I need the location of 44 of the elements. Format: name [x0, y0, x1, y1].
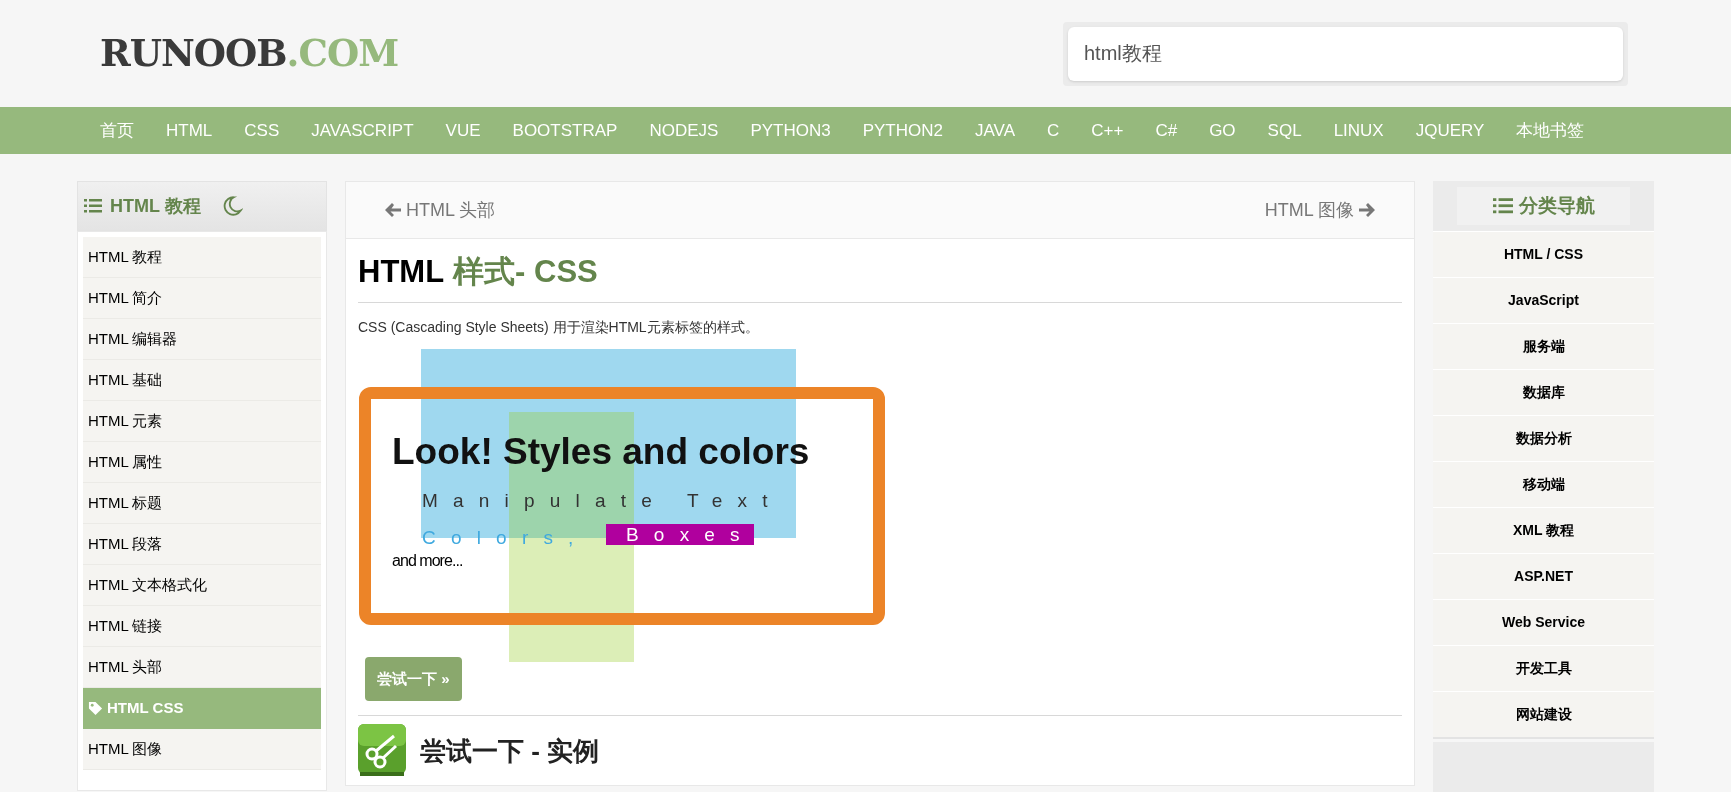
sidebar-item[interactable]: HTML 头部 — [83, 647, 321, 688]
logo-text[interactable]: RUNOOB — [100, 25, 287, 82]
sidebar-item[interactable]: HTML 图像 — [83, 729, 321, 770]
category-link[interactable]: 移动端 — [1433, 461, 1654, 507]
search-field[interactable]: html教程 — [1068, 26, 1623, 81]
category-link[interactable]: 网站建设 — [1433, 691, 1654, 737]
intro-text: CSS (Cascading Style Sheets) 用于渲染HTML元素标签的样式。 — [358, 318, 760, 338]
list-icon — [84, 199, 102, 213]
category-link[interactable]: 服务端 — [1433, 323, 1654, 369]
sidebar-item[interactable]: HTML 基础 — [83, 360, 321, 401]
demo-text: and more... — [392, 551, 463, 572]
section-heading: 尝试一下 - 实例 — [420, 734, 600, 768]
category-link[interactable]: JavaScript — [1433, 277, 1654, 323]
page-title: HTML — [358, 253, 445, 291]
category-link[interactable]: ASP.NET — [1433, 553, 1654, 599]
category-title: 分类导航 — [1518, 193, 1595, 218]
sidebar-item[interactable]: HTML 文本格式化 — [83, 565, 321, 606]
demo-label: Boxes — [606, 524, 754, 546]
sidebar-item[interactable]: HTML 标题 — [83, 483, 321, 524]
sidebar-item[interactable]: HTML 简介 — [83, 278, 321, 319]
category-link[interactable]: XML 教程 — [1433, 507, 1654, 553]
category-link[interactable]: 开发工具 — [1433, 645, 1654, 691]
category-link[interactable]: 数据分析 — [1433, 415, 1654, 461]
previous-link[interactable]: HTML 头部 — [384, 196, 496, 224]
sidebar-item[interactable]: HTML 属性 — [83, 442, 321, 483]
sidebar-title: HTML 教程 — [110, 194, 201, 218]
sidebar-item[interactable]: HTML 教程 — [83, 237, 321, 278]
sidebar-item[interactable]: HTML 编辑器 — [83, 319, 321, 360]
list-icon — [1492, 198, 1513, 214]
next-link[interactable]: HTML 图像 — [1264, 196, 1376, 224]
demo-text: Manipulate Text — [422, 491, 783, 511]
category-link[interactable]: 数据库 — [1433, 369, 1654, 415]
sidebar-item[interactable]: HTML 段落 — [83, 524, 321, 565]
sidebar-item[interactable]: HTML 链接 — [83, 606, 321, 647]
arrow-left-icon — [384, 202, 402, 218]
demo-text: Colors, — [422, 528, 589, 548]
tag-icon — [88, 701, 103, 716]
demo-heading: Look! Styles and colors — [392, 433, 810, 471]
category-link[interactable]: HTML / CSS — [1433, 231, 1654, 277]
category-link[interactable]: Web Service — [1433, 599, 1654, 645]
page-title: 样式- CSS — [453, 253, 598, 291]
sidebar-item[interactable]: HTML 元素 — [83, 401, 321, 442]
arrow-right-icon — [1358, 202, 1376, 218]
scissors-icon — [358, 724, 406, 779]
